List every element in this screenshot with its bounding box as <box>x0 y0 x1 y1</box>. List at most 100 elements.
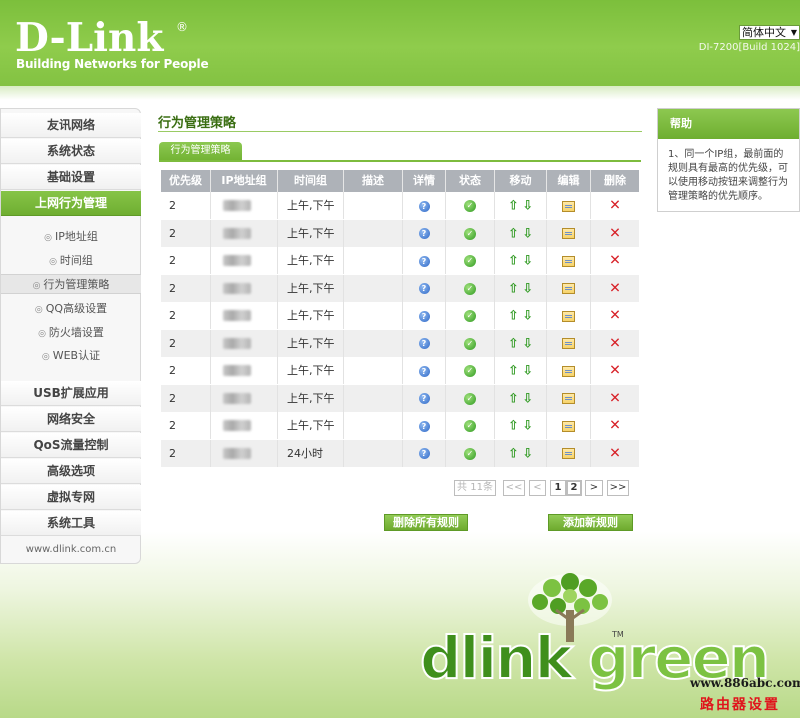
pagination-last-button[interactable]: >> <box>607 480 629 496</box>
arrow-up-icon[interactable]: ⇧ <box>508 226 519 241</box>
edit-icon[interactable] <box>562 255 575 267</box>
help-icon[interactable]: ? <box>418 283 430 294</box>
pagination-next-button[interactable]: > <box>585 480 603 496</box>
delete-all-rules-button[interactable]: 删除所有规则 <box>384 514 468 531</box>
help-icon[interactable]: ? <box>418 393 430 404</box>
ok-icon[interactable]: ✓ <box>464 282 476 295</box>
language-select[interactable]: 简体中文 ▼ <box>739 25 800 40</box>
delete-icon[interactable]: ✕ <box>609 418 621 434</box>
pagination-page-1[interactable]: 1 <box>550 480 566 496</box>
ok-icon[interactable]: ✓ <box>464 255 476 267</box>
help-icon[interactable]: ? <box>418 365 430 377</box>
sidebar-item-vpn[interactable]: 虚拟专网 <box>1 485 141 510</box>
trademark-mark: TM <box>612 630 624 639</box>
tab-behavior-policy[interactable]: 行为管理策略 <box>159 142 242 160</box>
table-row: 2 上午,下午? ✓ ⇧ ⇩ ✕ <box>161 192 639 219</box>
delete-icon[interactable]: ✕ <box>609 335 621 351</box>
ok-icon[interactable]: ✓ <box>464 447 476 460</box>
sidebar-subitem-behavior-policy[interactable]: ◎ 行为管理策略 <box>1 274 141 294</box>
arrow-down-icon[interactable]: ⇩ <box>522 419 533 434</box>
blurred-ip-value <box>223 227 251 239</box>
help-icon[interactable]: ? <box>418 448 430 459</box>
arrow-up-icon[interactable]: ⇧ <box>508 446 519 461</box>
arrow-down-icon[interactable]: ⇩ <box>522 336 533 351</box>
arrow-down-icon[interactable]: ⇩ <box>522 391 533 406</box>
sidebar-subitem-time-group[interactable]: ◎ 时间组 <box>1 251 141 271</box>
help-icon[interactable]: ? <box>418 420 430 432</box>
help-icon[interactable]: ? <box>418 200 430 212</box>
delete-icon[interactable]: ✕ <box>609 280 621 296</box>
header-fade <box>0 86 800 100</box>
ok-icon[interactable]: ✓ <box>464 337 476 350</box>
sidebar-item-system-tools[interactable]: 系统工具 <box>1 511 141 536</box>
edit-cell <box>547 384 591 412</box>
edit-icon[interactable] <box>562 448 575 459</box>
sidebar-subitem-ip-group[interactable]: ◎ IP地址组 <box>1 227 141 247</box>
edit-icon[interactable] <box>562 338 575 349</box>
arrow-up-icon[interactable]: ⇧ <box>508 364 519 379</box>
arrow-down-icon[interactable]: ⇩ <box>522 446 533 461</box>
time-group-cell: 上午,下午 <box>278 384 344 412</box>
ok-icon[interactable]: ✓ <box>464 227 476 240</box>
time-group-cell: 上午,下午 <box>278 329 344 357</box>
sidebar-item-network-security[interactable]: 网络安全 <box>1 407 141 432</box>
delete-icon[interactable]: ✕ <box>609 253 621 269</box>
column-header: 描述 <box>344 170 403 192</box>
arrow-down-icon[interactable]: ⇩ <box>522 364 533 379</box>
edit-icon[interactable] <box>562 310 575 322</box>
detail-cell: ? <box>403 384 446 412</box>
sidebar-item-behavior-management[interactable]: 上网行为管理 <box>1 191 141 216</box>
ok-icon[interactable]: ✓ <box>464 310 476 322</box>
arrow-up-icon[interactable]: ⇧ <box>508 419 519 434</box>
pagination-first-button[interactable]: << <box>503 480 525 496</box>
add-new-rule-button[interactable]: 添加新规则 <box>548 514 633 531</box>
arrow-down-icon[interactable]: ⇩ <box>522 281 533 296</box>
help-icon[interactable]: ? <box>418 338 430 349</box>
ok-icon[interactable]: ✓ <box>464 420 476 432</box>
arrow-up-icon[interactable]: ⇧ <box>508 281 519 296</box>
status-cell: ✓ <box>446 357 495 384</box>
arrow-down-icon[interactable]: ⇩ <box>522 254 533 269</box>
sidebar-item-usb[interactable]: USB扩展应用 <box>1 381 141 406</box>
delete-icon[interactable]: ✕ <box>609 198 621 214</box>
delete-cell: ✕ <box>591 412 639 439</box>
ok-icon[interactable]: ✓ <box>464 200 476 212</box>
edit-icon[interactable] <box>562 365 575 377</box>
sidebar-subitem-web-auth[interactable]: ◎ WEB认证 <box>1 346 141 366</box>
sidebar-item-advanced[interactable]: 高级选项 <box>1 459 141 484</box>
ok-icon[interactable]: ✓ <box>464 392 476 405</box>
arrow-down-icon[interactable]: ⇩ <box>522 199 533 214</box>
edit-icon[interactable] <box>562 200 575 212</box>
edit-icon[interactable] <box>562 393 575 404</box>
arrow-up-icon[interactable]: ⇧ <box>508 391 519 406</box>
arrow-up-icon[interactable]: ⇧ <box>508 254 519 269</box>
sidebar-item-basic-settings[interactable]: 基础设置 <box>1 165 141 190</box>
arrow-up-icon[interactable]: ⇧ <box>508 199 519 214</box>
sidebar-subitem-firewall[interactable]: ◎ 防火墙设置 <box>1 323 141 343</box>
sidebar-item-system-status[interactable]: 系统状态 <box>1 139 141 164</box>
pagination-page-2[interactable]: 2 <box>566 480 582 496</box>
help-icon[interactable]: ? <box>418 310 430 322</box>
edit-icon[interactable] <box>562 283 575 294</box>
arrow-up-icon[interactable]: ⇧ <box>508 309 519 324</box>
delete-icon[interactable]: ✕ <box>609 363 621 379</box>
pagination-prev-button[interactable]: < <box>529 480 546 496</box>
delete-icon[interactable]: ✕ <box>609 445 621 461</box>
arrow-down-icon[interactable]: ⇩ <box>522 309 533 324</box>
time-group-cell: 上午,下午 <box>278 357 344 384</box>
arrow-down-icon[interactable]: ⇩ <box>522 226 533 241</box>
edit-icon[interactable] <box>562 420 575 432</box>
sidebar-footer-link[interactable]: www.dlink.com.cn <box>1 539 141 561</box>
help-icon[interactable]: ? <box>418 228 430 239</box>
sidebar-item-dlink-network[interactable]: 友讯网络 <box>1 113 141 138</box>
sidebar-item-qos[interactable]: QoS流量控制 <box>1 433 141 458</box>
delete-icon[interactable]: ✕ <box>609 390 621 406</box>
edit-icon[interactable] <box>562 228 575 239</box>
policy-table: 优先级 IP地址组 时间组 描述 详情 状态 移动 编辑 删除 2 上午,下午? ✓… <box>161 170 639 467</box>
delete-icon[interactable]: ✕ <box>609 225 621 241</box>
ok-icon[interactable]: ✓ <box>464 365 476 377</box>
arrow-up-icon[interactable]: ⇧ <box>508 336 519 351</box>
delete-icon[interactable]: ✕ <box>609 308 621 324</box>
help-icon[interactable]: ? <box>418 255 430 267</box>
sidebar-subitem-qq-settings[interactable]: ◎ QQ高级设置 <box>1 299 141 319</box>
